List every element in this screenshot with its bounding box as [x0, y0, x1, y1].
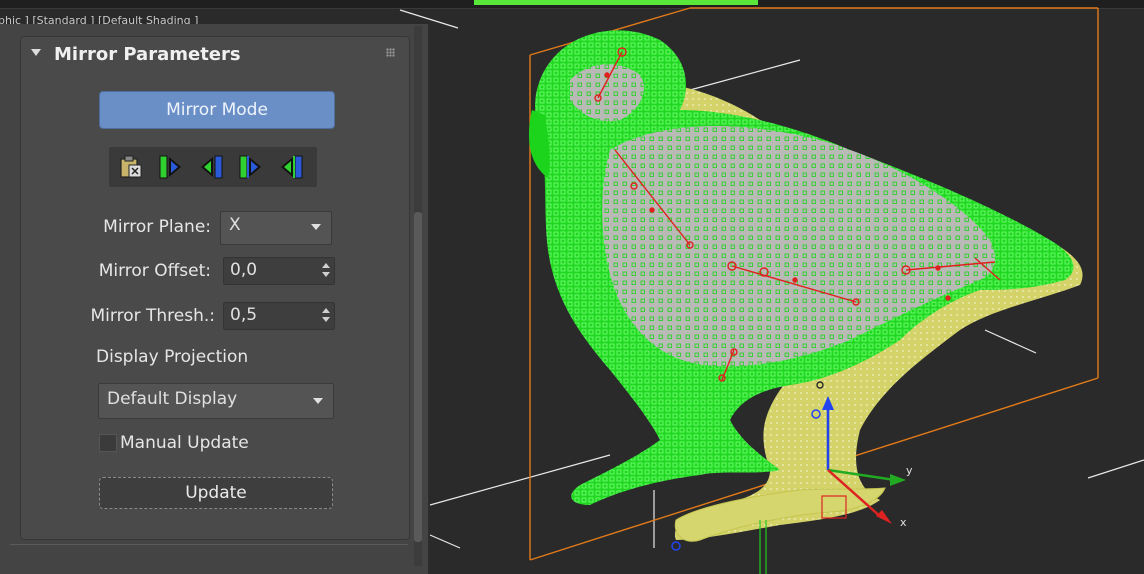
panel-divider — [10, 544, 408, 545]
mirror-left-blue-icon[interactable] — [277, 153, 305, 181]
rollout-title[interactable]: Mirror Parameters — [54, 44, 241, 65]
display-projection-label: Display Projection — [96, 347, 249, 367]
chevron-down-icon — [311, 224, 321, 230]
display-projection-value: Default Display — [107, 389, 238, 409]
mirror-thresh-spinner[interactable]: 0,5 — [223, 302, 335, 330]
collapse-triangle-icon[interactable] — [31, 49, 41, 56]
mirror-offset-spinner[interactable]: 0,0 — [223, 257, 335, 285]
bird-feet — [674, 487, 886, 542]
mirror-left-green-icon[interactable] — [197, 153, 225, 181]
update-button[interactable]: Update — [99, 477, 333, 509]
x-axis-label: x — [900, 516, 907, 529]
chevron-down-icon — [313, 398, 323, 404]
mirror-offset-label: Mirror Offset: — [98, 261, 211, 281]
command-panel: Mirror Parameters Mirror Mode Mirror Pla… — [0, 24, 429, 574]
rollout-header[interactable]: Mirror Parameters — [21, 37, 409, 71]
display-projection-select[interactable]: Default Display — [98, 383, 334, 419]
mirror-plane-label: Mirror Plane: — [103, 217, 211, 237]
mirror-mode-button[interactable]: Mirror Mode — [99, 91, 335, 129]
mirror-thresh-value[interactable]: 0,5 — [230, 305, 257, 325]
y-axis-label: y — [906, 464, 913, 477]
manual-update-label[interactable]: Manual Update — [120, 433, 249, 453]
paste-mirror-icon[interactable] — [117, 153, 145, 181]
mirror-parameters-rollout: Mirror Parameters Mirror Mode Mirror Pla… — [20, 36, 410, 540]
mirror-right-green-icon[interactable] — [157, 153, 185, 181]
spinner-arrows-icon[interactable] — [322, 263, 330, 279]
mirror-thresh-label: Mirror Thresh.: — [90, 306, 216, 326]
panel-scrollbar-thumb[interactable] — [414, 212, 422, 542]
spinner-arrows-icon[interactable] — [322, 308, 330, 324]
mirror-offset-value[interactable]: 0,0 — [230, 260, 257, 280]
viewport-top-highlight — [474, 0, 758, 5]
mirror-plane-value: X — [229, 215, 241, 235]
mirror-plane-select[interactable]: X — [220, 211, 332, 245]
mirror-right-blue-icon[interactable] — [237, 153, 265, 181]
manual-update-checkbox[interactable] — [99, 434, 117, 452]
mirror-toolbar — [109, 147, 317, 187]
drag-grip-icon[interactable] — [386, 48, 395, 57]
